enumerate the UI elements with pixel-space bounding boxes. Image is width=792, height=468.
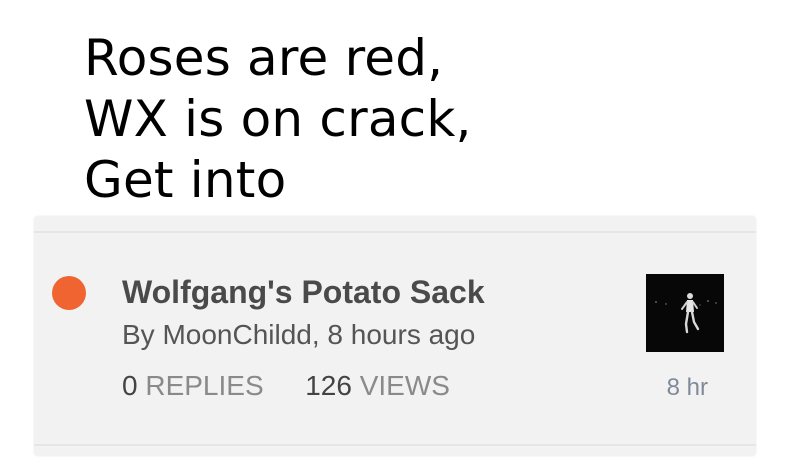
replies-label: REPLIES <box>145 370 264 401</box>
topic-stats: 0 REPLIES 126 VIEWS <box>122 369 450 403</box>
meme-caption: Roses are red, WX is on crack, Get into <box>84 28 472 211</box>
caption-line-1: Roses are red, <box>84 29 444 87</box>
caption-line-3: Get into <box>84 151 287 209</box>
topic-byline: By MoonChildd, 8 hours ago <box>122 319 476 350</box>
unread-indicator-icon <box>52 276 86 310</box>
views-count: 126 <box>305 370 352 401</box>
replies-count: 0 <box>122 370 138 401</box>
topic-list-item[interactable]: Wolfgang's Potato Sack By MoonChildd, 8 … <box>34 216 756 456</box>
divider <box>34 231 756 233</box>
topic-thumbnail[interactable] <box>646 274 724 352</box>
divider <box>34 444 756 446</box>
topic-age: 8 hr <box>666 374 708 401</box>
topic-title[interactable]: Wolfgang's Potato Sack <box>122 272 485 312</box>
runner-photo-icon <box>646 274 724 352</box>
caption-line-2: WX is on crack, <box>84 90 472 148</box>
views-label: VIEWS <box>359 370 450 401</box>
